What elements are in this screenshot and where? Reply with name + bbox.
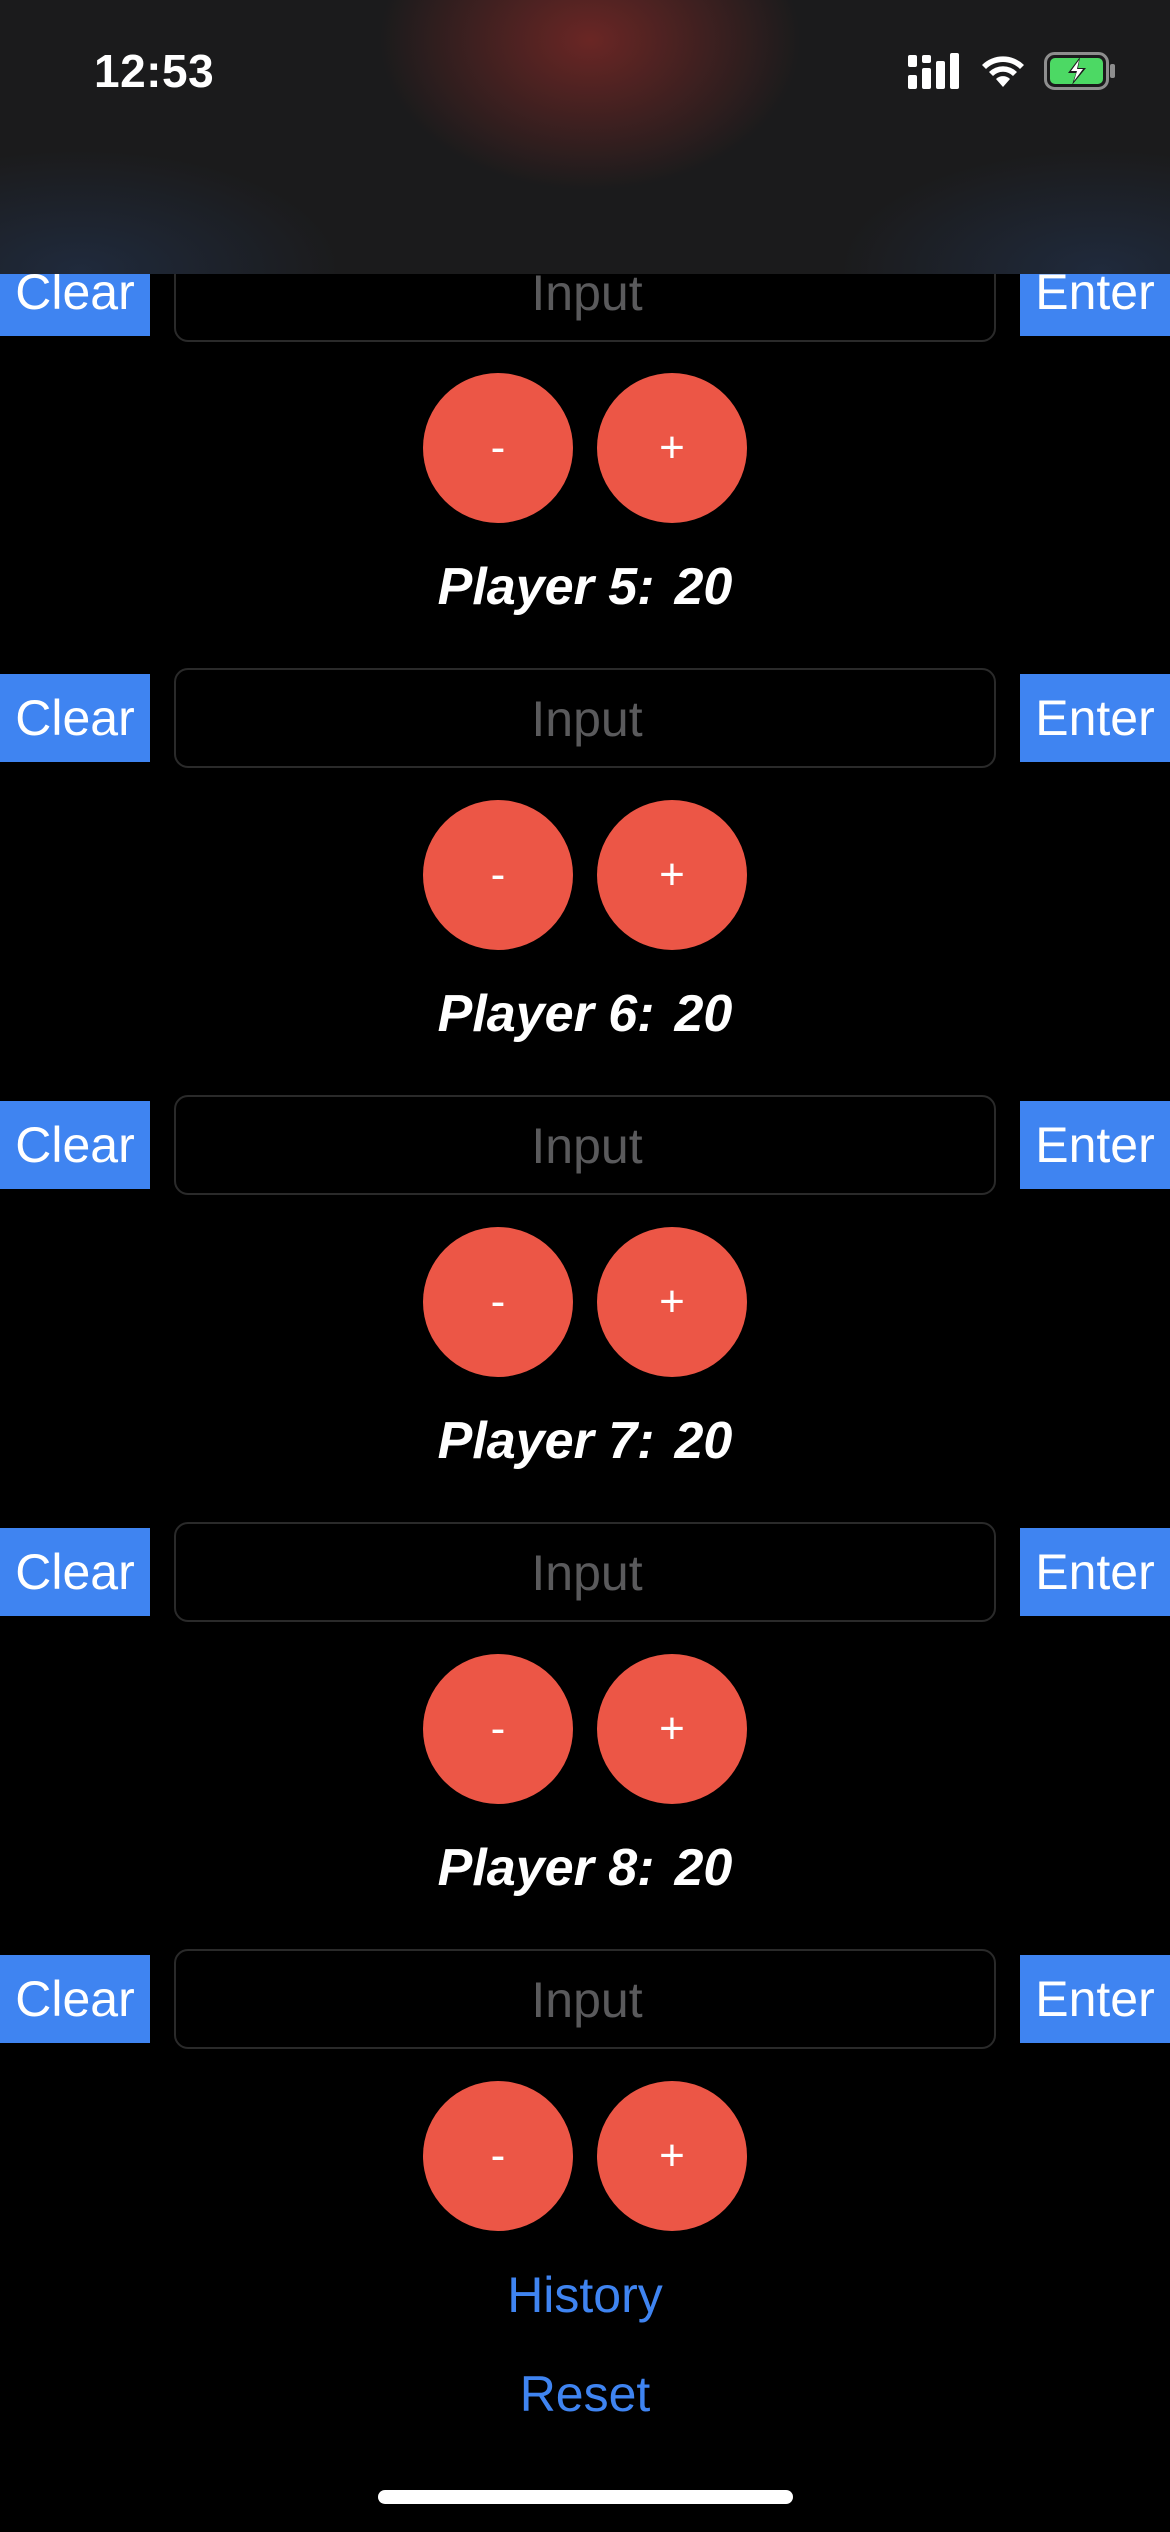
player-5-score-label: Player 5: 20 <box>0 552 1170 622</box>
player-score: 20 <box>674 1839 733 1897</box>
player-7-input-row: Clear Enter <box>0 1522 1170 1622</box>
cellular-signal-icon <box>908 53 962 89</box>
decrement-button[interactable]: - <box>423 800 573 950</box>
enter-button[interactable]: Enter <box>1020 674 1170 762</box>
enter-button[interactable]: Enter <box>1020 1528 1170 1616</box>
enter-button[interactable]: Enter <box>1020 1101 1170 1189</box>
player-8-score-label: Player 8: 20 <box>0 1833 1170 1903</box>
clear-button[interactable]: Clear <box>0 1955 150 2043</box>
score-input[interactable] <box>174 1095 998 1195</box>
player-score: 20 <box>674 1412 733 1470</box>
player-6-input-row: Clear Enter <box>0 1095 1170 1195</box>
clear-button[interactable]: Clear <box>0 674 150 762</box>
status-bar: 12:53 <box>0 0 1170 274</box>
player-name: Player 8: <box>437 1839 655 1897</box>
score-input-text[interactable] <box>176 1524 998 1622</box>
increment-button[interactable]: + <box>597 1227 747 1377</box>
player-name: Player 7: <box>437 1412 655 1470</box>
decrement-button[interactable]: - <box>423 1654 573 1804</box>
history-button[interactable]: History <box>0 2260 1170 2330</box>
home-indicator[interactable] <box>378 2490 793 2504</box>
battery-charging-icon <box>1044 52 1116 90</box>
score-input-text[interactable] <box>176 1951 998 2049</box>
clear-button[interactable]: Clear <box>0 1101 150 1189</box>
increment-button[interactable]: + <box>597 800 747 950</box>
player-8-input-row: Clear Enter <box>0 1949 1170 2049</box>
player-score: 20 <box>674 985 733 1043</box>
increment-button[interactable]: + <box>597 373 747 523</box>
decrement-button[interactable]: - <box>423 2081 573 2231</box>
reset-button[interactable]: Reset <box>0 2359 1170 2429</box>
status-icons <box>908 52 1116 90</box>
decrement-button[interactable]: - <box>423 373 573 523</box>
increment-button[interactable]: + <box>597 2081 747 2231</box>
score-input-text[interactable] <box>176 1097 998 1195</box>
wifi-icon <box>980 54 1026 88</box>
decrement-button[interactable]: - <box>423 1227 573 1377</box>
score-input[interactable] <box>174 1949 998 2049</box>
clear-button[interactable]: Clear <box>0 1528 150 1616</box>
player-5-input-row: Clear Enter <box>0 668 1170 768</box>
enter-button[interactable]: Enter <box>1020 1955 1170 2043</box>
player-name: Player 5: <box>437 558 655 616</box>
player-score: 20 <box>674 558 733 616</box>
score-input[interactable] <box>174 668 998 768</box>
increment-button[interactable]: + <box>597 1654 747 1804</box>
player-7-score-label: Player 7: 20 <box>0 1406 1170 1476</box>
player-name: Player 6: <box>437 985 655 1043</box>
score-input[interactable] <box>174 1522 998 1622</box>
score-input-text[interactable] <box>176 670 998 768</box>
status-time: 12:53 <box>94 45 215 97</box>
player-6-score-label: Player 6: 20 <box>0 979 1170 1049</box>
